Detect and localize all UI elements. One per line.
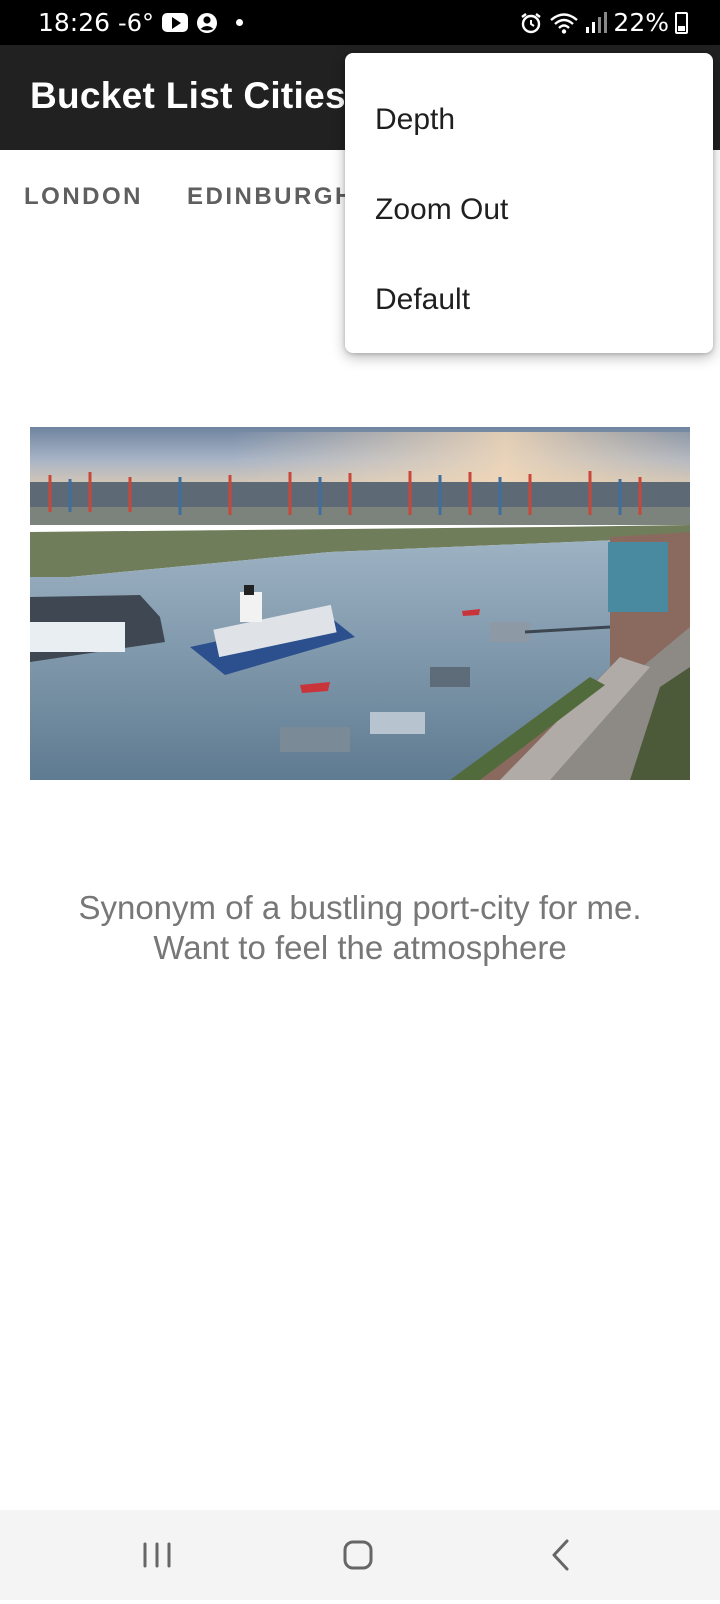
account-icon	[196, 12, 217, 33]
home-icon	[343, 1540, 373, 1570]
menu-item-default[interactable]: Default	[345, 255, 713, 345]
caption-line-1: Synonym of a bustling port-city for me.	[78, 889, 642, 926]
navigation-bar	[0, 1510, 720, 1600]
menu-item-depth[interactable]: Depth	[345, 75, 713, 165]
battery-percent: 22%	[613, 8, 669, 37]
recents-button[interactable]	[97, 1510, 217, 1600]
tab-edinburgh[interactable]: EDINBURGH	[187, 183, 355, 211]
harbour-illustration	[30, 427, 690, 780]
back-icon	[552, 1539, 569, 1571]
alarm-icon	[521, 12, 542, 33]
dot-icon	[235, 19, 243, 26]
signal-icon	[586, 11, 608, 33]
wifi-icon	[550, 12, 579, 34]
status-bar: 18:26 -6° 22%	[0, 0, 720, 45]
transform-menu: Depth Zoom Out Default	[345, 53, 713, 353]
back-button[interactable]	[500, 1510, 620, 1600]
status-left: 18:26 -6°	[38, 8, 243, 37]
city-description: Synonym of a bustling port-city for me. …	[30, 888, 690, 968]
caption-line-2: Want to feel the atmosphere	[153, 929, 567, 966]
city-image	[30, 427, 690, 780]
status-right: 22%	[519, 8, 688, 37]
recents-icon	[143, 1542, 171, 1568]
status-time: 18:26	[38, 8, 111, 37]
status-temperature: -6°	[118, 8, 154, 37]
battery-icon	[675, 11, 688, 34]
app-title: Bucket List Cities	[30, 75, 346, 116]
home-button[interactable]	[299, 1510, 419, 1600]
menu-item-zoom-out[interactable]: Zoom Out	[345, 165, 713, 255]
youtube-icon	[161, 13, 188, 32]
tab-london[interactable]: LONDON	[24, 183, 143, 211]
